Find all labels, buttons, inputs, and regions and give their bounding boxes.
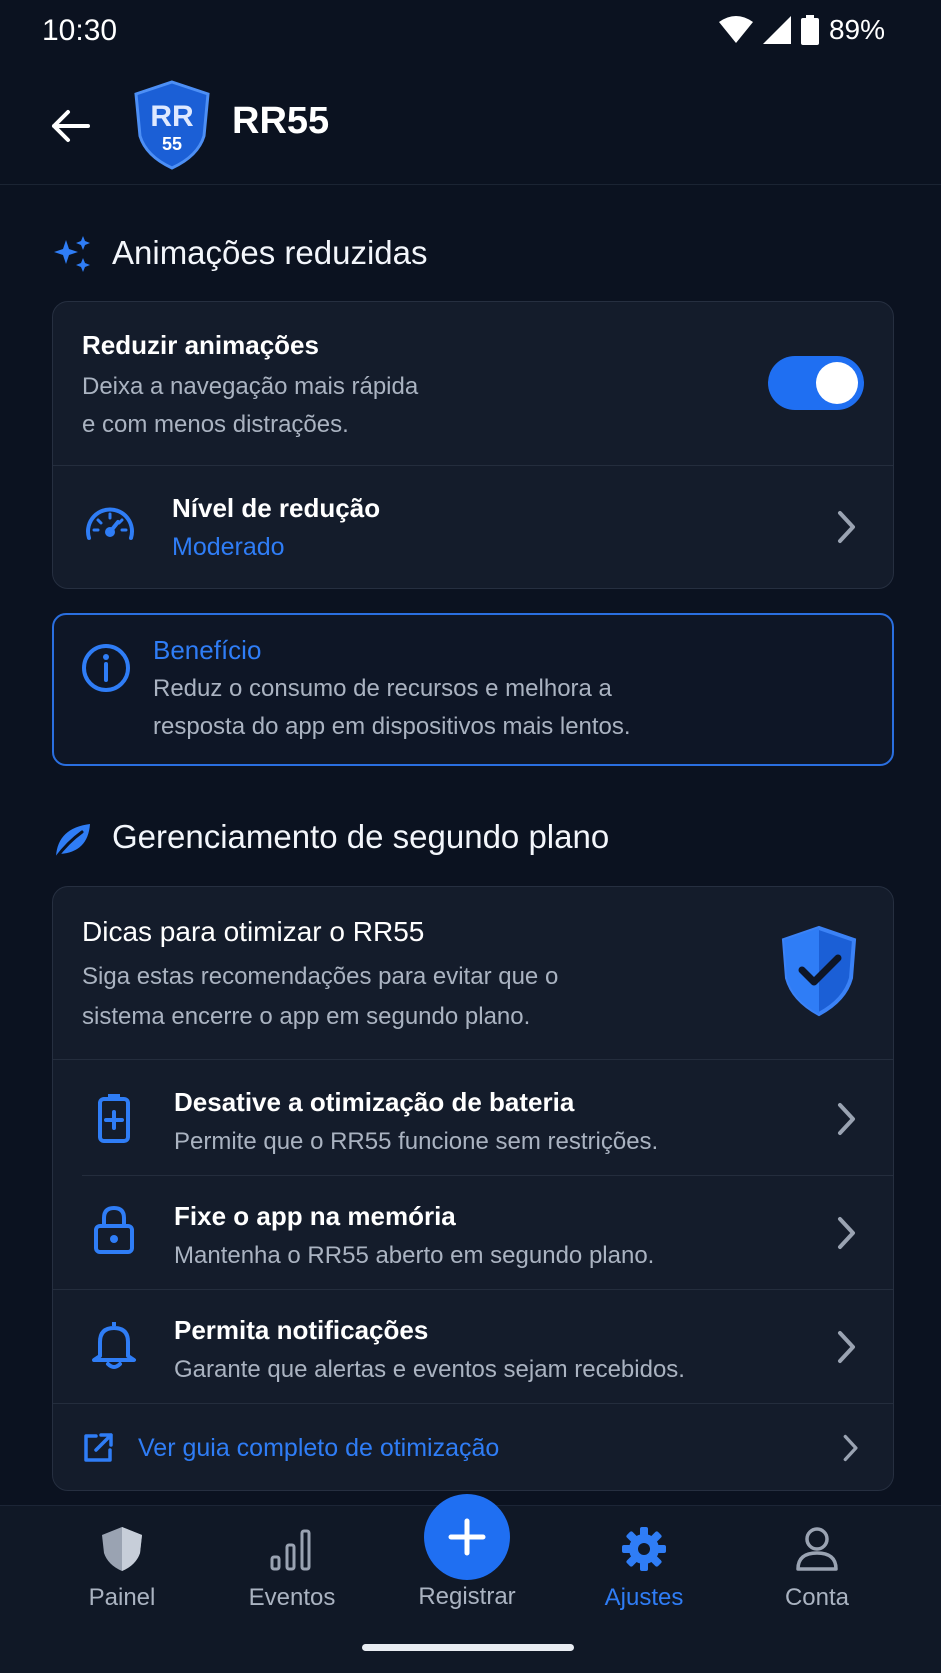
benefit-line-1: Reduz o consumo de recursos e melhora a bbox=[153, 675, 612, 702]
status-time: 10:30 bbox=[42, 14, 118, 47]
bell-icon bbox=[92, 1322, 136, 1369]
reduce-animations-desc-1: Deixa a navegação mais rápida bbox=[82, 373, 419, 400]
reduction-level-row[interactable] bbox=[53, 466, 893, 588]
section-title-background: Gerenciamento de segundo plano bbox=[112, 818, 610, 855]
home-indicator bbox=[362, 1644, 574, 1651]
leaf-icon bbox=[54, 824, 90, 860]
chevron-right-icon bbox=[838, 511, 855, 543]
nav-label: Eventos bbox=[248, 1584, 336, 1611]
gauge-icon bbox=[86, 507, 134, 540]
nav-conta[interactable]: Conta bbox=[742, 1525, 892, 1612]
reduce-animations-toggle[interactable] bbox=[768, 356, 864, 410]
reduction-level-value: Moderado bbox=[172, 533, 285, 561]
tips-title: Dicas para otimizar o RR55 bbox=[82, 916, 425, 947]
chevron-right-icon bbox=[838, 1331, 855, 1363]
nav-ajustes[interactable]: Ajustes bbox=[569, 1525, 719, 1612]
lock-icon bbox=[94, 1205, 134, 1254]
notifications-desc: Garante que alertas e eventos sejam rece… bbox=[174, 1356, 685, 1383]
pin-app-desc: Mantenha o RR55 aberto em segundo plano. bbox=[174, 1242, 655, 1269]
notifications-title: Permita notificações bbox=[174, 1315, 429, 1345]
nav-label: Ajustes bbox=[604, 1584, 684, 1611]
benefit-line-2: resposta do app em dispositivos mais len… bbox=[153, 713, 631, 740]
pin-app-title: Fixe o app na memória bbox=[174, 1201, 456, 1231]
bar-chart-icon bbox=[270, 1529, 311, 1571]
logo-text: RR bbox=[150, 100, 194, 133]
reduction-level-title: Nível de redução bbox=[172, 493, 381, 523]
nav-eventos[interactable]: Eventos bbox=[217, 1525, 367, 1612]
plus-icon bbox=[448, 1518, 486, 1556]
section-title-animations: Animações reduzidas bbox=[112, 234, 428, 271]
battery-percent: 89% bbox=[828, 14, 885, 45]
app-logo: RR 55 bbox=[132, 80, 212, 170]
wifi-icon bbox=[718, 16, 753, 43]
back-button[interactable] bbox=[40, 96, 100, 156]
chevron-right-icon bbox=[843, 1434, 858, 1462]
battery-optimization-title: Desative a otimização de bateria bbox=[174, 1087, 575, 1117]
nav-registrar-label[interactable]: Registrar bbox=[392, 1583, 542, 1611]
page-title: RR55 bbox=[232, 100, 330, 142]
battery-plus-icon bbox=[98, 1094, 130, 1143]
nav-label: Conta bbox=[784, 1584, 850, 1611]
battery-optimization-desc: Permite que o RR55 funcione sem restriçõ… bbox=[174, 1128, 659, 1155]
optimization-guide-label: Ver guia completo de otimização bbox=[138, 1434, 500, 1462]
toggle-knob bbox=[816, 362, 858, 404]
signal-icon bbox=[762, 16, 791, 44]
reduce-animations-desc-2: e com menos distrações. bbox=[82, 411, 349, 438]
gear-icon bbox=[622, 1527, 666, 1571]
sparkles-icon bbox=[54, 236, 90, 272]
chevron-right-icon bbox=[838, 1103, 855, 1135]
chevron-right-icon bbox=[838, 1217, 855, 1249]
tips-line-1: Siga estas recomendações para evitar que… bbox=[82, 963, 559, 990]
tips-line-2: sistema encerre o app em segundo plano. bbox=[82, 1003, 531, 1030]
benefit-title: Benefício bbox=[153, 635, 262, 665]
info-icon bbox=[82, 644, 130, 692]
arrow-left-icon bbox=[52, 110, 90, 142]
register-fab-button[interactable] bbox=[424, 1494, 510, 1580]
status-icons: 89% bbox=[718, 14, 885, 46]
external-link-icon bbox=[84, 1433, 113, 1462]
shield-icon bbox=[102, 1527, 142, 1571]
logo-subtext: 55 bbox=[162, 134, 182, 154]
reduce-animations-title: Reduzir animações bbox=[82, 330, 319, 360]
shield-check-icon bbox=[781, 925, 857, 1017]
nav-painel[interactable]: Painel bbox=[47, 1525, 197, 1612]
battery-icon bbox=[800, 15, 819, 45]
user-icon bbox=[796, 1527, 838, 1571]
nav-label: Painel bbox=[88, 1584, 156, 1611]
